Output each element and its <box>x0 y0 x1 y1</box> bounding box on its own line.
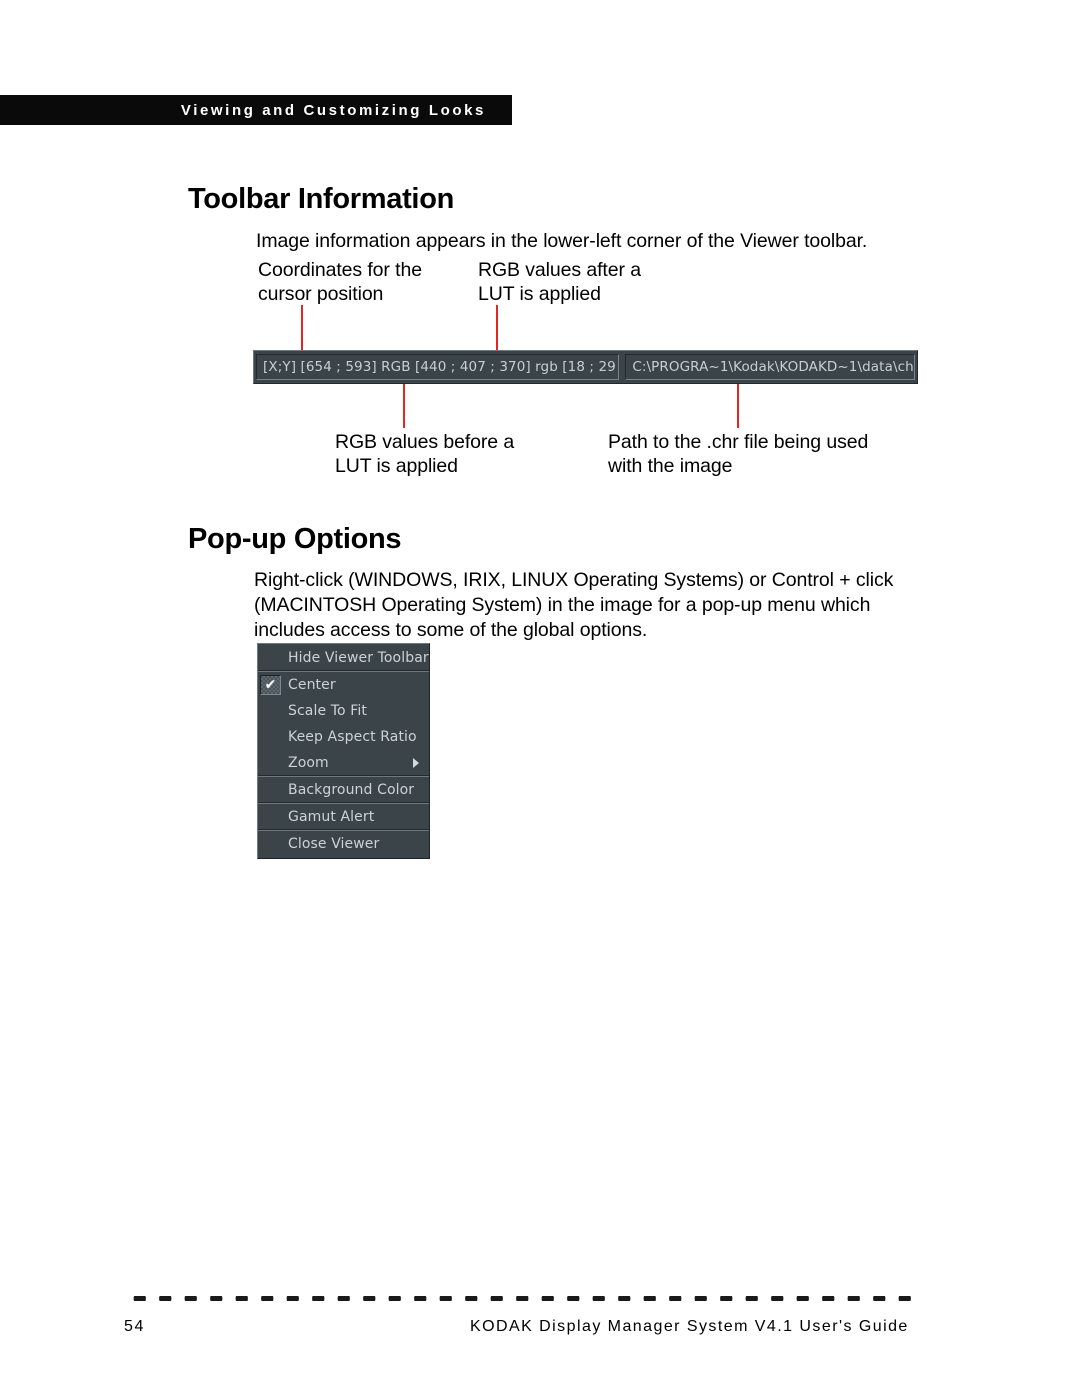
viewer-toolbar-screenshot: [X;Y] [654 ; 593] RGB [440 ; 407 ; 370] … <box>253 350 918 384</box>
menu-item-label: Zoom <box>288 754 329 771</box>
menu-item-close-viewer[interactable]: Close Viewer <box>258 831 429 857</box>
menu-item-label: Center <box>288 677 336 693</box>
heading-toolbar-information: Toolbar Information <box>188 183 455 215</box>
footer-guide-title: KODAK Display Manager System V4.1 User's… <box>470 1318 909 1335</box>
callout-coordinates-for-cursor-position: Coordinates for the cursor position <box>258 259 422 305</box>
menu-item-background-color[interactable]: Background Color <box>258 777 429 803</box>
footer-dotted-rule <box>127 1296 917 1301</box>
menu-item-zoom[interactable]: Zoom <box>258 750 429 776</box>
toolbar-chr-path-panel: C:\PROGRA~1\Kodak\KODAKD~1\data\chr\disp… <box>625 354 915 380</box>
callout-rgb-values-after-lut: RGB values after a LUT is applied <box>478 259 641 305</box>
menu-item-label: Gamut Alert <box>288 808 375 825</box>
checkmark-icon: ✔ <box>260 675 281 695</box>
menu-item-keep-aspect-ratio[interactable]: Keep Aspect Ratio <box>258 724 429 750</box>
heading-popup-options: Pop-up Options <box>188 523 402 555</box>
menu-item-label: Hide Viewer Toolbar <box>288 649 429 666</box>
chevron-right-icon <box>413 757 419 768</box>
running-head-label: Viewing and Customizing Looks <box>180 101 486 119</box>
leader-line-chr-path <box>737 382 739 428</box>
menu-item-label: Close Viewer <box>288 836 380 852</box>
callout-rgb-values-before-lut: RGB values before a LUT is applied <box>335 431 515 477</box>
menu-item-label: Scale To Fit <box>288 703 367 719</box>
menu-item-scale-to-fit[interactable]: Scale To Fit <box>258 698 429 724</box>
toolbar-information-intro-paragraph: Image information appears in the lower-l… <box>256 230 868 252</box>
menu-item-gamut-alert[interactable]: Gamut Alert <box>258 804 429 830</box>
menu-item-label: Background Color <box>288 781 415 798</box>
popup-options-intro-paragraph: Right-click (WINDOWS, IRIX, LINUX Operat… <box>254 569 894 641</box>
popup-menu-screenshot: Hide Viewer Toolbar ✔ Center Scale To Fi… <box>257 643 430 859</box>
menu-item-hide-viewer-toolbar[interactable]: Hide Viewer Toolbar <box>258 645 429 671</box>
menu-item-center[interactable]: ✔ Center <box>258 672 429 698</box>
footer-page-number: 54 <box>124 1318 145 1335</box>
leader-line-rgb-before-lut <box>403 382 405 428</box>
running-head-band: Viewing and Customizing Looks <box>0 95 512 125</box>
toolbar-image-info-panel: [X;Y] [654 ; 593] RGB [440 ; 407 ; 370] … <box>256 354 620 380</box>
callout-chr-file-path: Path to the .chr file being used with th… <box>608 431 869 477</box>
menu-item-label: Keep Aspect Ratio <box>288 729 417 745</box>
